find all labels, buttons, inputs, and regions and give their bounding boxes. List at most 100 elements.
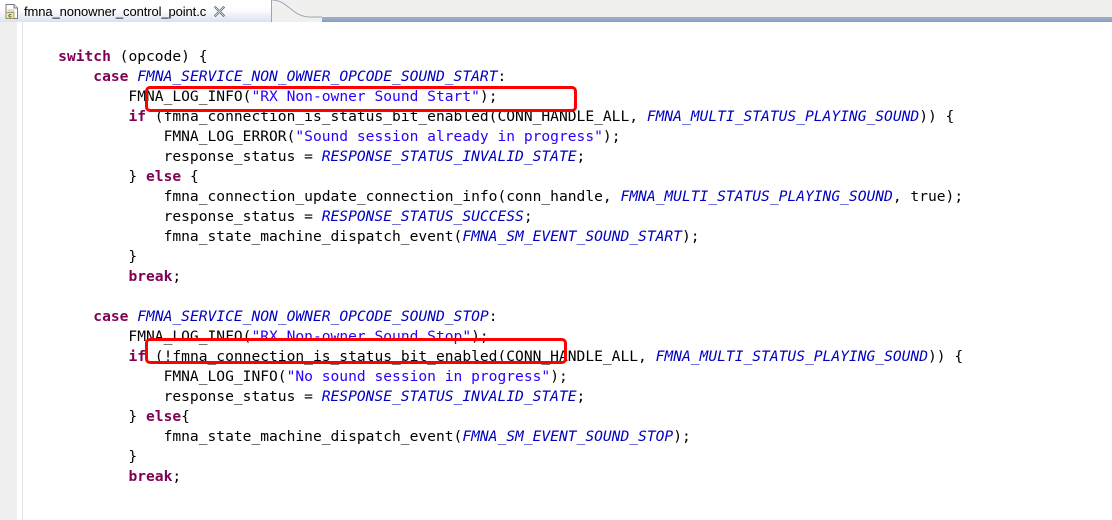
code-token-plain: : — [497, 68, 507, 85]
code-line: break; — [23, 467, 1112, 487]
code-token-identifier: FMNA_SM_EVENT_SOUND_STOP — [462, 428, 674, 445]
code-line: } else { — [23, 167, 1112, 187]
code-token-identifier: FMNA_MULTI_STATUS_PLAYING_SOUND — [646, 108, 920, 125]
code-token-plain: fmna_state_machine_dispatch_event( — [23, 228, 463, 245]
code-token-plain: ); — [673, 428, 691, 445]
code-token-keyword: break — [128, 468, 173, 485]
code-token-plain: ); — [479, 88, 498, 105]
editor-tab-bar: c fmna_nonowner_control_point.c — [0, 0, 1112, 22]
code-line: case FMNA_SERVICE_NON_OWNER_OPCODE_SOUND… — [23, 67, 1112, 87]
code-token-identifier: FMNA_SM_EVENT_SOUND_START — [462, 228, 682, 245]
code-token-plain: fmna_state_machine_dispatch_event( — [23, 428, 463, 445]
editor-window: c fmna_nonowner_control_point.c switch (… — [0, 0, 1112, 520]
code-token-plain: FMNA_LOG_ERROR( — [23, 128, 296, 145]
code-token-plain: } — [23, 408, 147, 425]
tab-title: fmna_nonowner_control_point.c — [24, 3, 207, 19]
code-token-keyword: case — [93, 308, 129, 325]
code-line: switch (opcode) { — [23, 47, 1112, 67]
code-token-identifier: FMNA_SERVICE_NON_OWNER_OPCODE_SOUND_STOP — [137, 308, 489, 325]
code-token-plain: response_status = — [23, 208, 322, 225]
code-line: FMNA_LOG_INFO("RX Non-owner Sound Stop")… — [23, 327, 1112, 347]
code-token-plain: ; — [523, 208, 533, 225]
svg-text:c: c — [8, 12, 12, 18]
code-token-plain: : — [488, 308, 498, 325]
code-token-plain: response_status = — [23, 388, 322, 405]
code-token-string: "RX Non-owner Sound Stop" — [251, 328, 472, 345]
code-token-string: "RX Non-owner Sound Start" — [251, 88, 480, 105]
close-icon[interactable] — [213, 5, 225, 17]
code-line: } else{ — [23, 407, 1112, 427]
tab-fmna-nonowner-control-point-c[interactable]: c fmna_nonowner_control_point.c — [0, 0, 272, 22]
code-token-plain: FMNA_LOG_INFO( — [23, 88, 252, 105]
code-token-plain: FMNA_LOG_INFO( — [23, 328, 252, 345]
code-line: FMNA_LOG_ERROR("Sound session already in… — [23, 127, 1112, 147]
code-line: response_status = RESPONSE_STATUS_INVALI… — [23, 387, 1112, 407]
code-token-plain: fmna_connection_update_connection_info(c… — [23, 188, 621, 205]
code-line: fmna_state_machine_dispatch_event(FMNA_S… — [23, 227, 1112, 247]
code-line: case FMNA_SERVICE_NON_OWNER_OPCODE_SOUND… — [23, 307, 1112, 327]
code-token-plain: , true); — [892, 188, 964, 205]
code-token-string: "Sound session already in progress" — [295, 128, 603, 145]
code-token-plain: ); — [602, 128, 621, 145]
code-token-plain: ; — [576, 148, 586, 165]
code-token-plain: )) { — [928, 348, 964, 365]
code-token-plain: } — [23, 448, 138, 465]
editor-gutter[interactable] — [0, 22, 17, 520]
code-token-keyword: break — [128, 268, 173, 285]
code-line: FMNA_LOG_INFO("RX Non-owner Sound Start"… — [23, 87, 1112, 107]
code-token-plain: ; — [172, 468, 182, 485]
code-token-plain: ); — [471, 328, 489, 345]
source-code-text[interactable]: switch (opcode) { case FMNA_SERVICE_NON_… — [23, 22, 1112, 520]
code-token-identifier: RESPONSE_STATUS_INVALID_STATE — [321, 388, 577, 405]
code-token-string: "No sound session in progress" — [286, 368, 551, 385]
code-token-identifier: RESPONSE_STATUS_SUCCESS — [321, 208, 524, 225]
code-token-keyword: case — [93, 68, 129, 85]
code-line: break; — [23, 267, 1112, 287]
code-token-plain: (fmna_connection_is_status_bit_enabled(C… — [146, 108, 647, 125]
code-token-keyword: if — [128, 348, 147, 365]
code-token-plain: )) { — [919, 108, 955, 125]
code-token-identifier: FMNA_MULTI_STATUS_PLAYING_SOUND — [655, 348, 928, 365]
code-line: response_status = RESPONSE_STATUS_INVALI… — [23, 147, 1112, 167]
code-token-plain: response_status = — [23, 148, 322, 165]
code-token-plain: { — [181, 168, 199, 185]
code-token-plain: FMNA_LOG_INFO( — [23, 368, 287, 385]
code-line: if (fmna_connection_is_status_bit_enable… — [23, 107, 1112, 127]
code-line: FMNA_LOG_INFO("No sound session in progr… — [23, 367, 1112, 387]
code-token-identifier: RESPONSE_STATUS_INVALID_STATE — [321, 148, 577, 165]
code-line: if (!fmna_connection_is_status_bit_enabl… — [23, 347, 1112, 367]
code-token-plain: ); — [681, 228, 700, 245]
code-line: fmna_state_machine_dispatch_event(FMNA_S… — [23, 427, 1112, 447]
code-token-keyword: if — [128, 108, 147, 125]
code-token-plain: ; — [576, 388, 586, 405]
code-editor-area[interactable]: switch (opcode) { case FMNA_SERVICE_NON_… — [0, 22, 1112, 520]
code-token-plain: (!fmna_connection_is_status_bit_enabled(… — [146, 348, 656, 365]
c-source-file-icon: c — [5, 3, 19, 19]
code-token-plain: } — [23, 168, 147, 185]
code-token-identifier: FMNA_SERVICE_NON_OWNER_OPCODE_SOUND_STAR… — [137, 68, 498, 85]
code-token-plain: { — [181, 408, 190, 425]
code-token-plain: (opcode) { — [110, 48, 208, 65]
code-line: response_status = RESPONSE_STATUS_SUCCES… — [23, 207, 1112, 227]
code-token-plain: ); — [550, 368, 568, 385]
code-token-keyword: switch — [58, 48, 111, 65]
code-line: fmna_connection_update_connection_info(c… — [23, 187, 1112, 207]
code-token-keyword: else — [146, 408, 182, 425]
code-token-keyword: else — [146, 168, 182, 185]
code-token-identifier: FMNA_MULTI_STATUS_PLAYING_SOUND — [620, 188, 893, 205]
code-token-plain: } — [23, 248, 138, 265]
code-token-plain: ; — [172, 268, 182, 285]
code-line: } — [23, 447, 1112, 467]
code-line: } — [23, 247, 1112, 267]
